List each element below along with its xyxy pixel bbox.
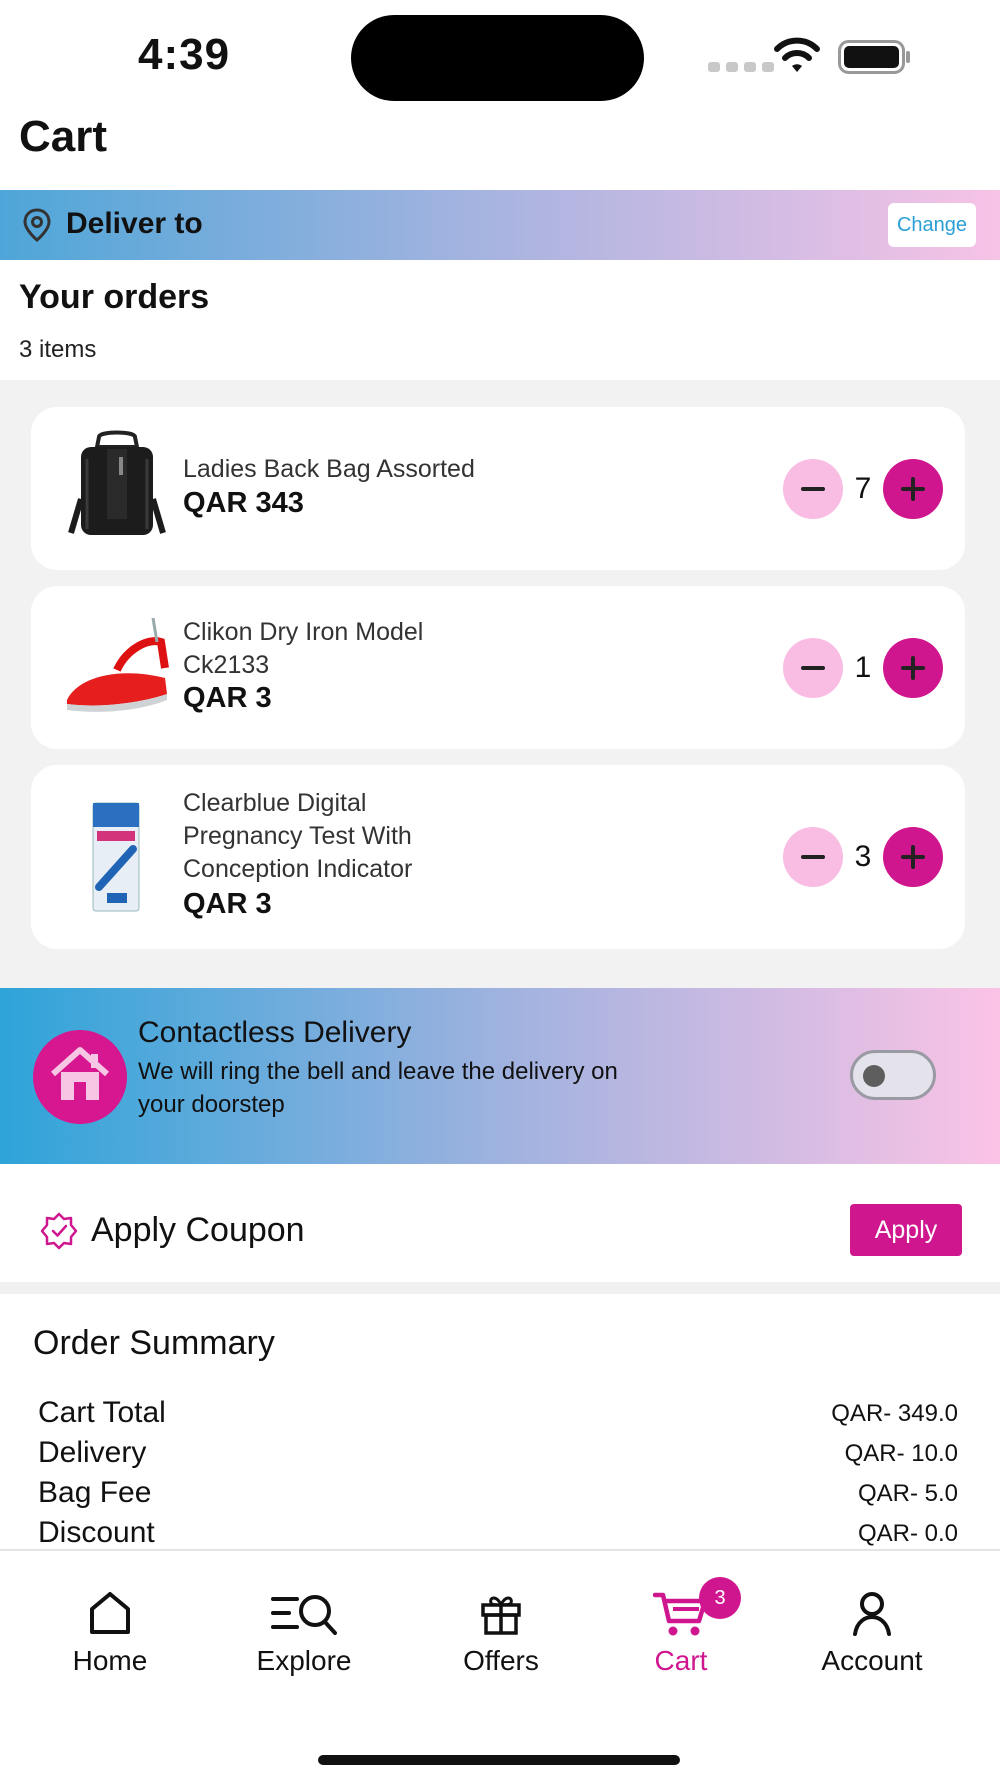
summary-row-cart-total: Cart Total QAR- 349.0 xyxy=(38,1396,958,1436)
item-name: Ladies Back Bag Assorted xyxy=(183,455,475,483)
location-pin-icon xyxy=(23,208,51,242)
nav-label: Account xyxy=(821,1645,923,1676)
nav-home[interactable]: Home xyxy=(30,1587,190,1687)
apply-coupon-label: Apply Coupon xyxy=(91,1211,305,1249)
home-icon xyxy=(90,1592,130,1634)
contactless-description: We will ring the bell and leave the deli… xyxy=(138,1058,618,1118)
coupon-badge-icon xyxy=(40,1212,78,1250)
quantity-value: 3 xyxy=(854,840,872,873)
cart-item: Clikon Dry Iron Model Ck2133 QAR 3 1 xyxy=(31,586,965,749)
summary-value: QAR- 0.0 xyxy=(857,1520,958,1547)
contactless-title: Contactless Delivery xyxy=(138,1016,412,1049)
summary-row-discount: Discount QAR- 0.0 xyxy=(38,1516,958,1549)
quantity-stepper: 1 xyxy=(783,638,943,698)
summary-label: Cart Total xyxy=(38,1396,166,1429)
nav-offers[interactable]: Offers xyxy=(421,1587,581,1687)
house-icon xyxy=(51,1047,109,1100)
change-address-button[interactable]: Change xyxy=(888,203,976,247)
summary-label: Discount xyxy=(38,1516,155,1549)
summary-row-delivery: Delivery QAR- 10.0 xyxy=(38,1436,958,1476)
orders-title: Your orders xyxy=(19,278,210,316)
increase-quantity-button[interactable] xyxy=(883,638,943,698)
quantity-stepper: 7 xyxy=(783,459,943,519)
cellular-signal-icon xyxy=(708,62,774,72)
coupon-row: Apply Coupon Apply xyxy=(0,1178,1000,1282)
item-price: QAR 343 xyxy=(183,487,304,519)
pregnancy-test-image xyxy=(92,802,140,912)
summary-value: QAR- 349.0 xyxy=(831,1400,958,1427)
cart-count-badge: 3 xyxy=(699,1577,741,1619)
dynamic-island xyxy=(351,15,644,101)
deliver-to-label: Deliver to xyxy=(66,207,203,240)
decrease-quantity-button[interactable] xyxy=(783,638,843,698)
status-time: 4:39 xyxy=(138,30,231,79)
nav-label: Explore xyxy=(256,1645,352,1676)
decrease-quantity-button[interactable] xyxy=(783,459,843,519)
bottom-nav: Home Explore Offers Cart 3 Account xyxy=(0,1549,1000,1778)
explore-icon xyxy=(271,1595,337,1635)
backpack-image xyxy=(68,430,166,535)
orders-count: 3 items xyxy=(19,336,97,363)
deliver-to-bar[interactable]: Deliver to Change xyxy=(0,190,1000,260)
item-price: QAR 3 xyxy=(183,682,272,714)
summary-label: Delivery xyxy=(38,1436,147,1469)
decrease-quantity-button[interactable] xyxy=(783,827,843,887)
order-summary: Order Summary Cart Total QAR- 349.0 Deli… xyxy=(0,1294,1000,1549)
cart-item: Clearblue Digital Pregnancy Test With Co… xyxy=(31,765,965,949)
nav-label: Cart xyxy=(654,1645,708,1676)
item-name: Clearblue Digital Pregnancy Test With Co… xyxy=(183,789,413,883)
iron-image xyxy=(67,617,169,712)
order-summary-title: Order Summary xyxy=(33,1324,275,1362)
item-price: QAR 3 xyxy=(183,888,272,920)
nav-explore[interactable]: Explore xyxy=(224,1587,384,1687)
wifi-icon xyxy=(774,37,820,72)
cart-item: Ladies Back Bag Assorted QAR 343 7 xyxy=(31,407,965,570)
summary-value: QAR- 5.0 xyxy=(857,1480,958,1507)
apply-coupon-button[interactable]: Apply xyxy=(850,1204,962,1256)
quantity-value: 7 xyxy=(854,472,872,505)
account-icon xyxy=(853,1592,891,1636)
nav-account[interactable]: Account xyxy=(792,1587,952,1687)
contactless-toggle[interactable] xyxy=(850,1050,936,1100)
page-title: Cart xyxy=(19,112,108,161)
cart-items-list: Ladies Back Bag Assorted QAR 343 7 Cliko… xyxy=(0,380,1000,988)
section-divider xyxy=(0,1164,1000,1178)
summary-value: QAR- 10.0 xyxy=(844,1440,958,1467)
nav-label: Offers xyxy=(463,1645,539,1676)
battery-icon xyxy=(838,40,910,74)
increase-quantity-button[interactable] xyxy=(883,827,943,887)
contactless-delivery-banner: Contactless Delivery We will ring the be… xyxy=(0,988,1000,1164)
increase-quantity-button[interactable] xyxy=(883,459,943,519)
home-indicator xyxy=(318,1755,680,1765)
item-name: Clikon Dry Iron Model Ck2133 xyxy=(183,618,424,679)
summary-row-bag-fee: Bag Fee QAR- 5.0 xyxy=(38,1476,958,1516)
nav-label: Home xyxy=(72,1645,148,1676)
quantity-value: 1 xyxy=(854,651,872,684)
section-divider xyxy=(0,1282,1000,1294)
toggle-knob xyxy=(863,1065,885,1087)
house-badge xyxy=(33,1030,127,1124)
status-bar: 4:39 xyxy=(0,0,1000,110)
summary-label: Bag Fee xyxy=(38,1476,152,1509)
gift-icon xyxy=(481,1596,521,1635)
nav-cart[interactable]: Cart 3 xyxy=(601,1577,761,1687)
quantity-stepper: 3 xyxy=(783,827,943,887)
